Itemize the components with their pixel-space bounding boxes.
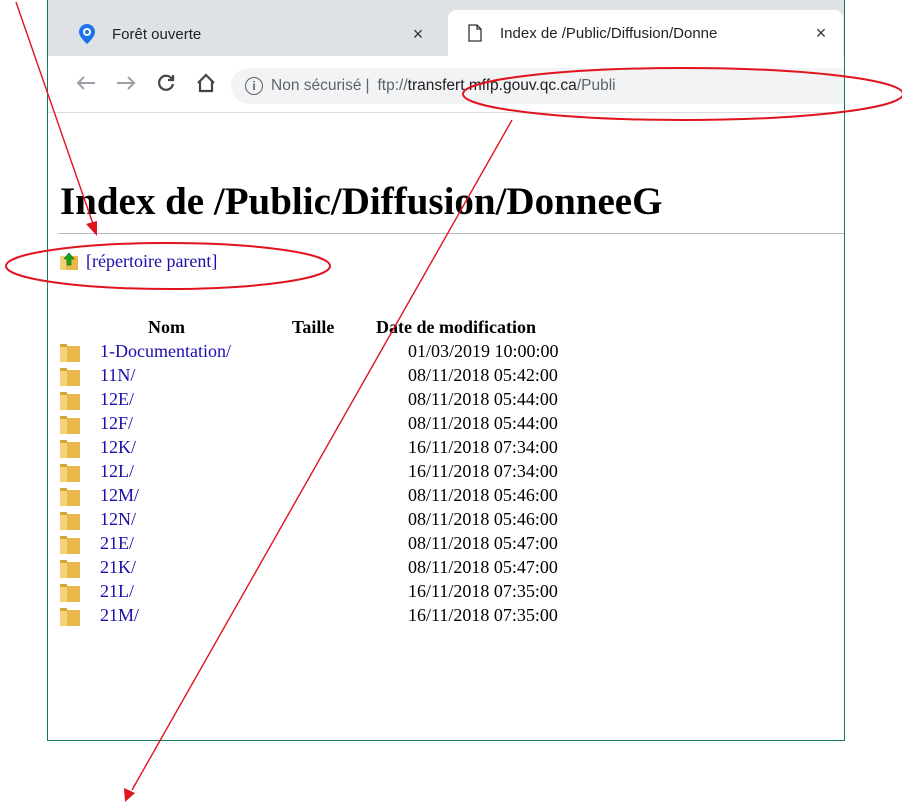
tab-label: Forêt ouverte	[112, 25, 202, 43]
table-row: 12K/16/11/2018 07:34:00	[60, 437, 660, 461]
home-icon[interactable]	[193, 70, 219, 96]
modified-date: 08/11/2018 05:42:00	[408, 365, 558, 385]
table-row: 12M/08/11/2018 05:46:00	[60, 485, 660, 509]
folder-icon[interactable]	[60, 344, 80, 362]
folder-link[interactable]: 12M/	[100, 485, 139, 506]
folder-icon[interactable]	[60, 536, 80, 554]
table-row: 12L/16/11/2018 07:34:00	[60, 461, 660, 485]
reload-icon[interactable]	[153, 70, 179, 96]
modified-date: 01/03/2019 10:00:00	[408, 341, 559, 361]
folder-icon[interactable]	[60, 560, 80, 578]
table-row: 21K/08/11/2018 05:47:00	[60, 557, 660, 581]
table-row: 12F/08/11/2018 05:44:00	[60, 413, 660, 437]
folder-icon[interactable]	[60, 368, 80, 386]
folder-link[interactable]: 21M/	[100, 605, 139, 626]
folder-icon[interactable]	[60, 416, 80, 434]
modified-date: 08/11/2018 05:46:00	[408, 509, 558, 529]
url-scheme: ftp://	[377, 77, 408, 94]
folder-link[interactable]: 21K/	[100, 557, 136, 578]
up-arrow-folder-icon[interactable]	[60, 252, 78, 270]
annotation-arrowhead	[124, 788, 135, 802]
address-bar[interactable]: i Non sécurisé | ftp://transfert.mffp.go…	[231, 68, 844, 104]
folder-icon[interactable]	[60, 392, 80, 410]
folder-icon[interactable]	[60, 584, 80, 602]
modified-date: 16/11/2018 07:35:00	[408, 581, 558, 601]
table-row: 12E/08/11/2018 05:44:00	[60, 389, 660, 413]
modified-date: 16/11/2018 07:34:00	[408, 461, 558, 481]
horizontal-rule	[58, 233, 844, 234]
folder-link[interactable]: 1-Documentation/	[100, 341, 231, 362]
table-row: 1-Documentation/01/03/2019 10:00:00	[60, 341, 660, 365]
modified-date: 16/11/2018 07:35:00	[408, 605, 558, 625]
folder-link[interactable]: 21L/	[100, 581, 134, 602]
modified-date: 16/11/2018 07:34:00	[408, 437, 558, 457]
folder-icon[interactable]	[60, 488, 80, 506]
modified-date: 08/11/2018 05:47:00	[408, 557, 558, 577]
close-tab-icon[interactable]: ×	[406, 24, 430, 45]
tab-foret-ouverte[interactable]: Forêt ouverte ×	[60, 14, 440, 54]
table-row: 21M/16/11/2018 07:35:00	[60, 605, 660, 629]
folder-icon[interactable]	[60, 464, 80, 482]
page-title: Index de /Public/Diffusion/DonneeG	[60, 180, 663, 223]
folder-icon[interactable]	[60, 512, 80, 530]
column-header-size: Taille	[292, 317, 335, 337]
folder-link[interactable]: 21E/	[100, 533, 134, 554]
info-icon[interactable]: i	[245, 77, 263, 95]
column-header-date: Date de modification	[376, 317, 536, 337]
parent-directory-row: [répertoire parent]	[60, 251, 217, 272]
url-host: transfert.mffp.gouv.qc.ca	[407, 77, 577, 94]
folder-icon[interactable]	[60, 440, 80, 458]
modified-date: 08/11/2018 05:44:00	[408, 413, 558, 433]
location-pin-icon	[76, 23, 98, 45]
page-content: Index de /Public/Diffusion/DonneeG [répe…	[48, 113, 844, 740]
folder-link[interactable]: 12F/	[100, 413, 133, 434]
tab-index-ftp[interactable]: Index de /Public/Diffusion/Donne ×	[448, 10, 843, 56]
separator: |	[365, 77, 370, 94]
folder-link[interactable]: 11N/	[100, 365, 135, 386]
browser-toolbar: i Non sécurisé | ftp://transfert.mffp.go…	[48, 56, 844, 113]
table-row: 11N/08/11/2018 05:42:00	[60, 365, 660, 389]
close-tab-icon[interactable]: ×	[809, 23, 833, 44]
tab-label: Index de /Public/Diffusion/Donne	[500, 24, 718, 42]
modified-date: 08/11/2018 05:44:00	[408, 389, 558, 409]
table-row: 12N/08/11/2018 05:46:00	[60, 509, 660, 533]
folder-link[interactable]: 12K/	[100, 437, 136, 458]
back-arrow-icon[interactable]	[73, 70, 99, 96]
browser-window: Forêt ouverte × Index de /Public/Diffusi…	[47, 0, 845, 741]
parent-directory-link[interactable]: [répertoire parent]	[86, 251, 217, 272]
folder-icon[interactable]	[60, 608, 80, 626]
forward-arrow-icon[interactable]	[113, 70, 139, 96]
folder-link[interactable]: 12L/	[100, 461, 134, 482]
column-header-name: Nom	[148, 317, 185, 337]
security-label: Non sécurisé	[271, 77, 362, 94]
folder-link[interactable]: 12E/	[100, 389, 134, 410]
table-row: 21E/08/11/2018 05:47:00	[60, 533, 660, 557]
folder-link[interactable]: 12N/	[100, 509, 136, 530]
modified-date: 08/11/2018 05:46:00	[408, 485, 558, 505]
table-row: 21L/16/11/2018 07:35:00	[60, 581, 660, 605]
url-path: /Publi	[576, 77, 616, 94]
document-icon	[464, 22, 486, 44]
modified-date: 08/11/2018 05:47:00	[408, 533, 558, 553]
